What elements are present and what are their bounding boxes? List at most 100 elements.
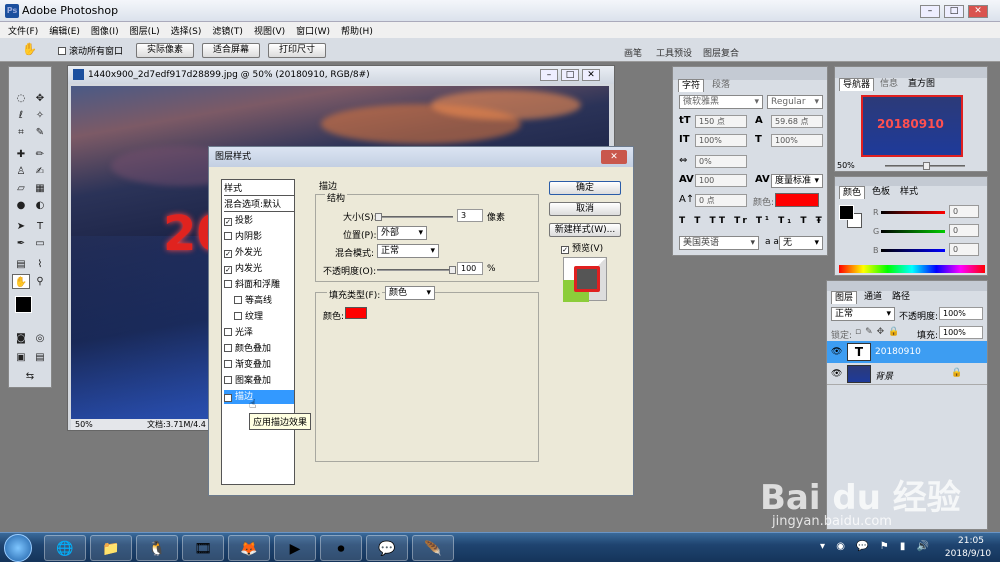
kerning-input[interactable]: 100 — [695, 174, 747, 187]
antialias-select[interactable]: 无 — [779, 236, 823, 250]
tab-paths[interactable]: 路径 — [889, 291, 913, 304]
style-item-6[interactable]: 等高线 — [224, 294, 294, 308]
style-checkbox[interactable]: ✓ — [224, 250, 232, 258]
blue-input[interactable]: 0 — [949, 243, 979, 256]
blend-mode-select[interactable]: 正常 — [377, 244, 439, 258]
tab-layer-comps[interactable]: 图层复合 — [703, 46, 739, 59]
opacity-slider[interactable] — [377, 266, 456, 274]
taskbar-browser-icon[interactable]: 🌐 — [44, 535, 86, 561]
move-tool-icon[interactable]: ✥ — [31, 91, 49, 106]
magic-wand-tool-icon[interactable]: ✧ — [31, 108, 49, 123]
marquee-tool-icon[interactable]: ◌ — [12, 91, 30, 106]
style-item-10[interactable]: 渐变叠加 — [224, 358, 294, 372]
dodge-tool-icon[interactable]: ◐ — [31, 198, 49, 213]
red-input[interactable]: 0 — [949, 205, 979, 218]
dialog-close-button[interactable]: ✕ — [601, 150, 627, 164]
taskbar-firefox-icon[interactable]: 🦊 — [228, 535, 270, 561]
foreground-color-box[interactable] — [839, 205, 854, 220]
style-item-7[interactable]: 纹理 — [224, 310, 294, 324]
font-family-select[interactable]: 微软雅黑 — [679, 95, 763, 109]
taskbar-record-icon[interactable]: ⏺ — [320, 535, 362, 561]
menu-item-7[interactable]: 窗口(W) — [296, 24, 330, 37]
standard-mode-icon[interactable]: ◎ — [31, 331, 49, 346]
stroke-color-swatch[interactable] — [345, 307, 367, 319]
style-item-2[interactable]: 内阴影 — [224, 230, 294, 244]
font-style-select[interactable]: Regular — [767, 95, 823, 109]
stamp-tool-icon[interactable]: ♙ — [12, 164, 30, 179]
text-color-swatch[interactable] — [775, 193, 819, 207]
visibility-eye-icon[interactable]: 👁 — [831, 347, 842, 357]
fill-type-select[interactable]: 颜色 — [385, 286, 435, 300]
imageready-icon[interactable]: ⇆ — [21, 369, 39, 384]
fill-input[interactable]: 100% — [939, 326, 983, 339]
pen-tool-icon[interactable]: ✒ — [12, 236, 30, 251]
eyedropper-tool-icon[interactable]: ⌇ — [31, 257, 49, 272]
path-select-tool-icon[interactable]: ➤ — [12, 219, 30, 234]
layer-opacity-input[interactable]: 100% — [939, 307, 983, 320]
style-item-12[interactable]: ✓ 描边 — [224, 390, 294, 404]
layer-row-text[interactable]: 👁 T 20180910 — [827, 341, 987, 363]
tab-paragraph[interactable]: 段落 — [709, 79, 733, 92]
menu-item-5[interactable]: 滤镜(T) — [212, 24, 243, 37]
green-slider[interactable] — [881, 230, 945, 233]
taskbar-wechat-icon[interactable]: 💬 — [366, 535, 408, 561]
blur-tool-icon[interactable]: ● — [12, 198, 30, 213]
menu-item-0[interactable]: 文件(F) — [8, 24, 38, 37]
green-input[interactable]: 0 — [949, 224, 979, 237]
screen-mode-icon[interactable]: ▣ — [12, 350, 30, 365]
navigator-thumbnail[interactable]: 20180910 — [861, 95, 963, 157]
print-size-button[interactable]: 打印尺寸 — [268, 43, 326, 58]
style-checkbox[interactable] — [224, 232, 232, 240]
style-checkbox[interactable]: ✓ — [224, 266, 232, 274]
start-button[interactable] — [4, 534, 32, 562]
tracking-input[interactable]: 0% — [695, 155, 747, 168]
lasso-tool-icon[interactable]: ℓ — [12, 108, 30, 123]
style-checkbox[interactable]: ✓ — [224, 394, 232, 402]
menu-item-1[interactable]: 编辑(E) — [49, 24, 80, 37]
tab-swatches[interactable]: 色板 — [869, 186, 893, 199]
menu-item-2[interactable]: 图像(I) — [91, 24, 119, 37]
position-select[interactable]: 外部 — [377, 226, 427, 240]
eraser-tool-icon[interactable]: ▱ — [12, 181, 30, 196]
actual-pixels-button[interactable]: 实际像素 — [136, 43, 194, 58]
visibility-eye-icon[interactable]: 👁 — [831, 369, 842, 379]
doc-minimize-button[interactable]: – — [540, 69, 558, 81]
size-slider[interactable] — [375, 213, 453, 221]
healing-tool-icon[interactable]: ✚ — [12, 147, 30, 162]
zoom-tool-icon[interactable]: ⚲ — [31, 274, 49, 289]
clock-time[interactable]: 21:05 — [946, 536, 996, 546]
menu-item-6[interactable]: 视图(V) — [254, 24, 285, 37]
style-item-9[interactable]: 颜色叠加 — [224, 342, 294, 356]
style-checkbox[interactable] — [224, 376, 232, 384]
vertical-scale-input[interactable]: 100% — [695, 134, 747, 147]
new-style-button[interactable]: 新建样式(W)... — [549, 223, 621, 237]
brush-tool-icon[interactable]: ✏ — [31, 147, 49, 162]
layer-row-background[interactable]: 👁 背景 🔒 — [827, 363, 987, 385]
shape-tool-icon[interactable]: ▭ — [31, 236, 49, 251]
taskbar-photoshop-icon[interactable]: 🪶 — [412, 535, 454, 561]
style-checkbox[interactable] — [234, 312, 242, 320]
leading-input[interactable]: 59.68 点 — [771, 115, 823, 128]
tab-layers[interactable]: 图层 — [831, 291, 858, 304]
style-checkbox[interactable]: ✓ — [224, 218, 232, 226]
tab-brushes[interactable]: 画笔 — [624, 46, 642, 59]
style-item-1[interactable]: ✓ 投影 — [224, 214, 294, 228]
taskbar-media-icon[interactable]: 🎞 — [182, 535, 224, 561]
tab-histogram[interactable]: 直方图 — [905, 78, 938, 91]
clock-date[interactable]: 2018/9/10 — [940, 549, 996, 559]
style-checkbox[interactable] — [224, 280, 232, 288]
tab-channels[interactable]: 通道 — [861, 291, 885, 304]
crop-tool-icon[interactable]: ⌗ — [12, 125, 30, 140]
style-item-11[interactable]: 图案叠加 — [224, 374, 294, 388]
opacity-input[interactable]: 100 — [457, 262, 483, 275]
hand-tool-icon[interactable]: ✋ — [22, 42, 37, 56]
tab-navigator[interactable]: 导航器 — [839, 78, 875, 91]
style-item-3[interactable]: ✓ 外发光 — [224, 246, 294, 260]
tray-icons[interactable]: ▾ ◉ 💬 ⚑ ▮ 🔊 — [820, 541, 933, 552]
baseline-input[interactable]: 0 点 — [695, 194, 747, 207]
fit-screen-button[interactable]: 适合屏幕 — [202, 43, 260, 58]
type-tool-icon[interactable]: T — [31, 219, 49, 234]
red-slider[interactable] — [881, 211, 945, 214]
tab-styles[interactable]: 样式 — [897, 186, 921, 199]
zoom-level[interactable]: 50% — [75, 419, 93, 430]
